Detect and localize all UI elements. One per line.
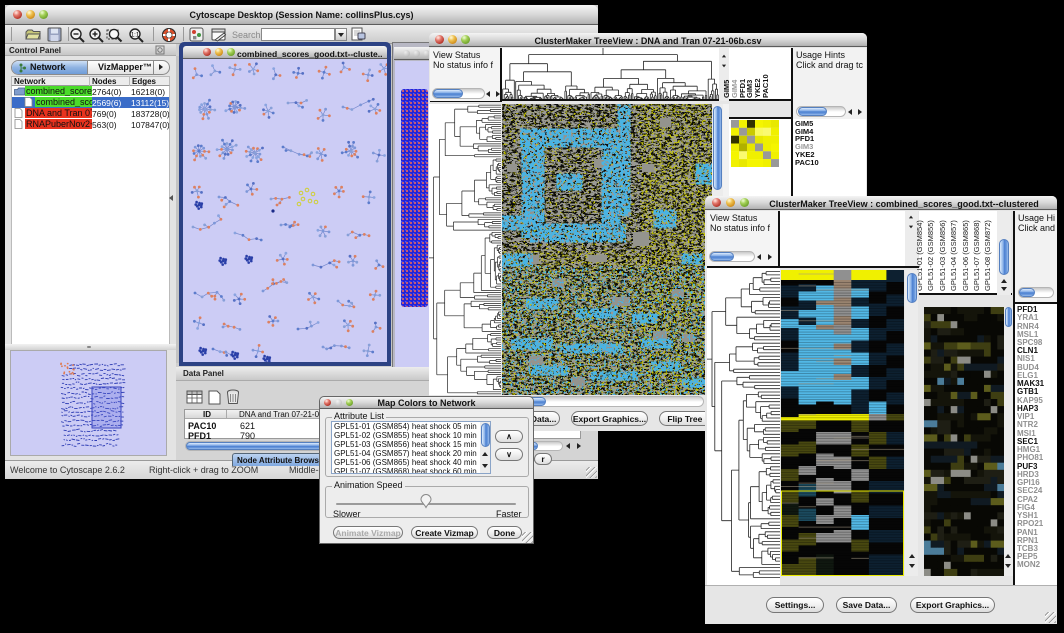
svg-text:1:1: 1:1 <box>131 33 140 39</box>
